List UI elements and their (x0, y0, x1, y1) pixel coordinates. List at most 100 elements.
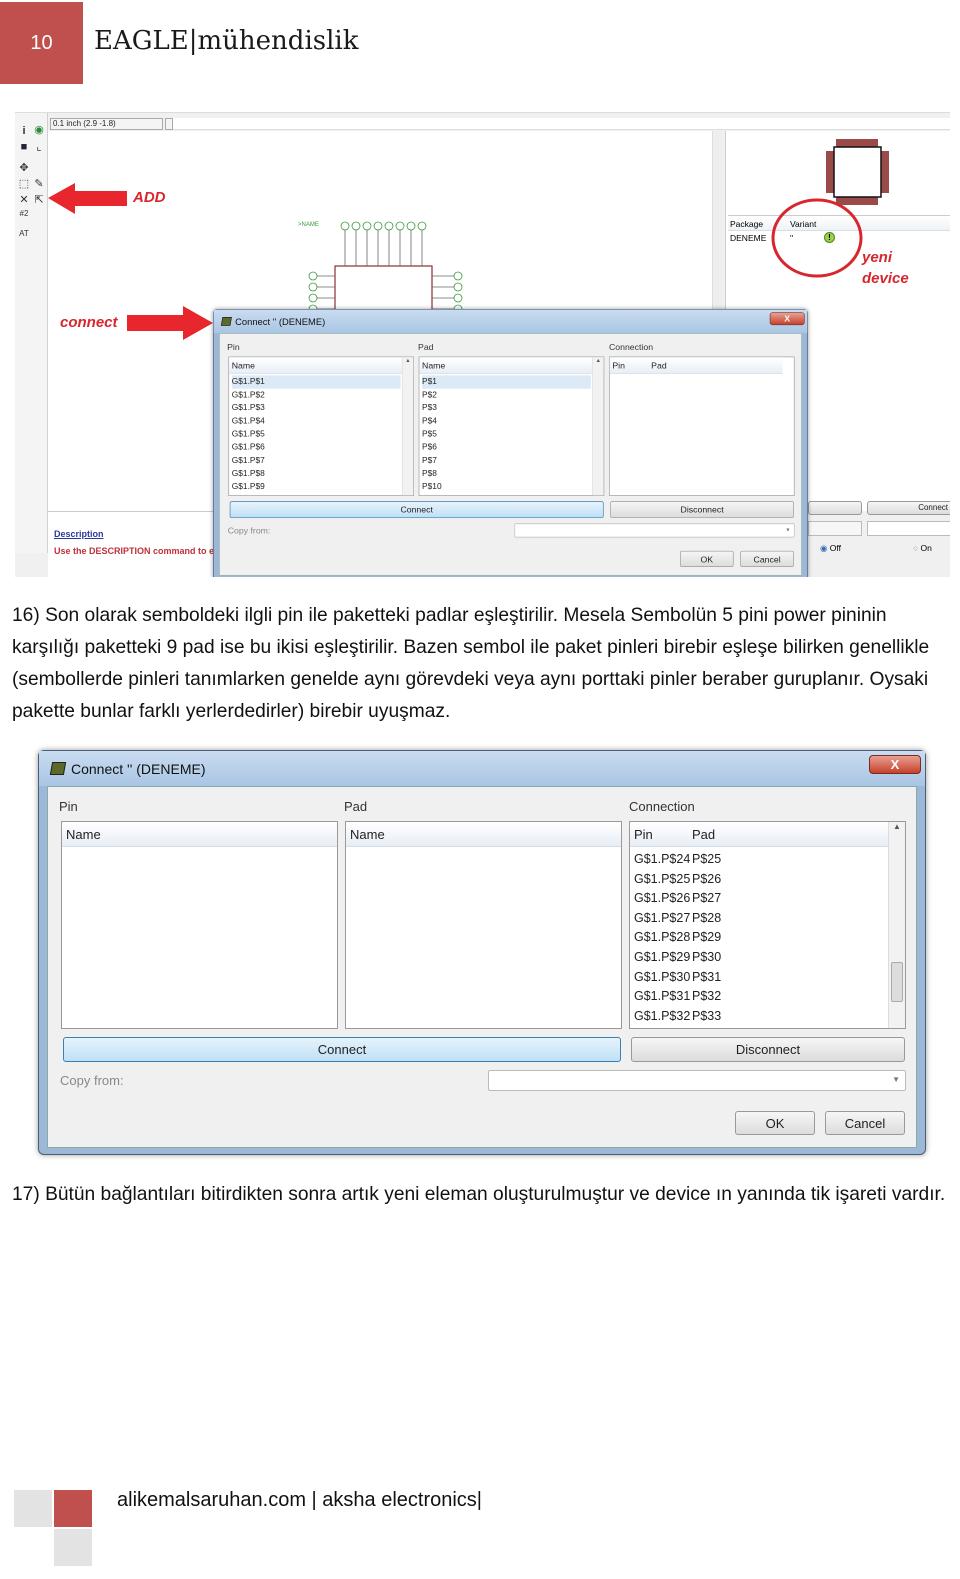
description-pane: Description Use the DESCRIPTION command … (48, 511, 223, 577)
list-item[interactable]: G$1.P$5 (232, 428, 265, 441)
list-item[interactable]: P$6 (422, 441, 437, 454)
ok-button[interactable]: OK (735, 1111, 815, 1135)
pad-list[interactable]: Name P$1 P$2 P$3 P$4 P$5 P$6 P$7 P$8 P$10 ▲ (418, 356, 605, 496)
connection-pad: P$25 (692, 852, 722, 866)
connection-pad: P$29 (692, 930, 722, 945)
side-field-2[interactable] (867, 521, 950, 536)
side-connect-button[interactable]: Connect (867, 501, 950, 515)
ok-button[interactable]: OK (679, 550, 734, 567)
pad-column-header[interactable]: Pad (651, 361, 667, 371)
pin-column-header[interactable]: Pin (634, 827, 653, 842)
list-item[interactable]: P$7 (422, 454, 437, 467)
radio-on-label: On (920, 543, 932, 553)
paragraph-17: 17) Bütün bağlantıları bitirdikten sonra… (12, 1184, 946, 1205)
list-item[interactable]: G$1.P$6 (232, 441, 265, 454)
copy-from-dropdown[interactable]: ▼ (514, 523, 795, 538)
connection-header: Pin Pad (609, 357, 783, 374)
list-item[interactable]: G$1.P$7 (232, 454, 265, 467)
connection-row[interactable]: G$1.P$26 P$27 (634, 889, 721, 909)
connect-button[interactable]: Connect (229, 501, 604, 519)
name-column-header[interactable]: Name (62, 822, 337, 847)
connection-list[interactable]: Pin Pad G$1.P$24 P$25 G$1.P$25 P$26 G$1.P$26 P… (629, 821, 906, 1029)
connection-label: Connection (629, 799, 695, 814)
side-field[interactable] (808, 521, 862, 536)
connection-row[interactable]: G$1.P$31 P$32 (634, 987, 721, 1007)
name-column-header[interactable]: Name (346, 822, 621, 847)
scrollbar-thumb[interactable] (891, 962, 903, 1002)
list-item[interactable]: P$4 (422, 415, 437, 428)
connection-row[interactable]: G$1.P$32 P$33 (634, 1007, 721, 1027)
pin-label: Pin (227, 341, 240, 352)
connection-pin: G$1.P$31 (634, 989, 691, 1004)
scrollbar[interactable]: ▲ (401, 357, 414, 496)
connection-pin: G$1.P$32 (634, 1008, 691, 1023)
connect-dialog-large: Connect '' (DENEME) X Pin Pad Connection… (38, 750, 926, 1155)
page-number: 10 (0, 2, 83, 84)
connection-pad: P$32 (692, 989, 722, 1004)
dialog-title: Connect '' (DENEME) (71, 761, 206, 777)
pin-list[interactable]: Name (61, 821, 338, 1029)
radio-empty-icon: ○ (913, 543, 919, 553)
connect-button[interactable]: Connect (63, 1037, 621, 1062)
list-item[interactable]: P$1 (422, 375, 591, 389)
close-button[interactable]: X (869, 755, 921, 774)
connect-dialog: Connect '' (DENEME) X Pin Pad Connection… (213, 309, 808, 577)
list-item[interactable]: P$8 (422, 467, 437, 480)
footer-square-red (54, 1490, 92, 1527)
copy-from-label: Copy from: (60, 1073, 124, 1088)
connection-row[interactable]: G$1.P$28 P$29 (634, 928, 721, 948)
list-item[interactable]: G$1.P$4 (232, 415, 265, 428)
footer-text: alikemalsaruhan.com | aksha electronics| (117, 1489, 482, 1511)
scrollbar[interactable]: ▲ (592, 357, 604, 496)
app-icon (220, 317, 232, 326)
radio-on[interactable]: ○ On (913, 543, 932, 553)
list-item[interactable]: G$1.P$8 (232, 467, 265, 480)
description-link[interactable]: Description (54, 529, 104, 539)
list-item[interactable]: P$2 (422, 388, 437, 401)
new-device-annotation-2: device (862, 270, 909, 287)
side-button[interactable] (808, 501, 862, 515)
name-column-header[interactable]: Name (229, 357, 414, 374)
cancel-button[interactable]: Cancel (740, 550, 794, 567)
pad-label: Pad (344, 799, 368, 814)
connection-list[interactable]: Pin Pad (608, 356, 795, 496)
copy-from-dropdown[interactable]: ▼ (488, 1070, 906, 1091)
pin-list[interactable]: Name G$1.P$1 G$1.P$2 G$1.P$3 G$1.P$4 G$1.P$5 G… (228, 356, 414, 496)
list-item[interactable]: P$10 (422, 480, 442, 493)
connection-pad: P$33 (692, 1008, 722, 1023)
connection-row[interactable]: G$1.P$25 P$26 (634, 870, 721, 890)
list-item[interactable]: G$1.P$2 (232, 388, 265, 401)
pad-column-header[interactable]: Pad (692, 827, 715, 842)
cancel-button[interactable]: Cancel (825, 1111, 905, 1135)
list-item[interactable]: G$1.P$3 (232, 402, 265, 415)
close-button[interactable]: X (769, 312, 805, 326)
list-item[interactable]: G$1.P$9 (232, 480, 265, 493)
connection-label: Connection (608, 341, 654, 352)
copy-from-label: Copy from: (227, 525, 271, 536)
app-icon (49, 762, 67, 775)
add-annotation: ADD (133, 189, 166, 206)
paragraph-16: 16) Son olarak semboldeki ilgli pin ile … (12, 605, 930, 722)
connection-pin: G$1.P$27 (634, 910, 691, 925)
list-item[interactable]: P$5 (422, 428, 437, 441)
name-header-label: Name (231, 360, 256, 371)
connection-row[interactable]: G$1.P$24 P$25 (634, 850, 721, 870)
pad-label: Pad (418, 341, 434, 352)
connection-row[interactable]: G$1.P$30 P$31 (634, 968, 721, 988)
connection-row[interactable]: G$1.P$29 P$30 (634, 948, 721, 968)
connection-row[interactable]: G$1.P$27 P$28 (634, 909, 721, 929)
scrollbar[interactable]: ▲ (888, 822, 905, 1028)
radio-selected-icon: ◉ (820, 543, 828, 553)
name-column-header[interactable]: Name (419, 357, 604, 374)
list-item[interactable]: G$1.P$1 (231, 375, 401, 389)
connect-annotation: connect (60, 314, 118, 331)
connection-pad: P$27 (692, 891, 722, 906)
pin-column-header[interactable]: Pin (612, 361, 625, 371)
radio-off[interactable]: ◉ Off (820, 543, 841, 554)
pad-list[interactable]: Name (345, 821, 622, 1029)
connection-pad: P$26 (692, 871, 722, 886)
disconnect-button[interactable]: Disconnect (631, 1037, 905, 1062)
connection-pad: P$31 (692, 969, 722, 984)
disconnect-button[interactable]: Disconnect (610, 501, 794, 519)
list-item[interactable]: P$3 (422, 402, 437, 415)
